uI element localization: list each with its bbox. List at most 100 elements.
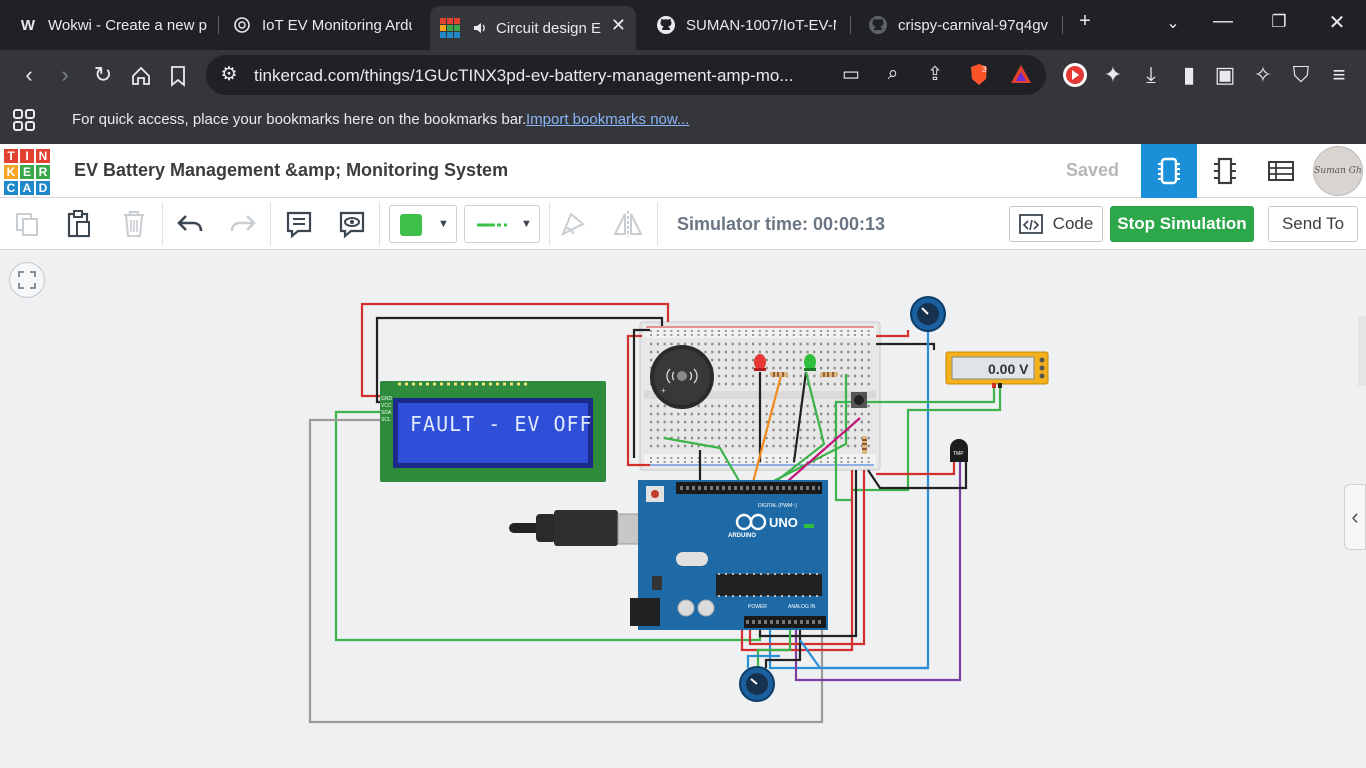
tab-separator [850,16,851,34]
code-button[interactable]: Code [1009,206,1103,242]
tab-circuit-design[interactable]: Circuit design E ✕ [430,6,636,50]
tab-search-chevron-icon[interactable]: ⌄ [1158,13,1188,33]
share-icon[interactable]: ⇪ [922,63,948,86]
undo-icon[interactable] [174,208,206,240]
vpn-icon[interactable]: ⛉ [1286,62,1316,90]
piezo-buzzer[interactable]: + [650,345,714,409]
home-icon[interactable] [126,62,156,90]
close-tab-icon[interactable]: ✕ [611,15,626,36]
schematic-view-button[interactable] [1197,144,1253,198]
power-header-label: POWER [748,604,767,610]
schematic-icon [1214,157,1236,185]
toolbar-divider [549,202,550,246]
red-led[interactable] [754,354,766,371]
flip-icon[interactable] [612,208,644,240]
restore-icon[interactable]: ❐ [1264,12,1294,32]
send-to-button[interactable]: Send To [1268,206,1358,242]
sidebar-icon[interactable]: ▮ [1174,62,1204,90]
wire-style-icon [477,223,507,227]
multimeter[interactable]: 0.00 V [945,351,1049,388]
green-led[interactable] [804,354,816,371]
save-status: Saved [1066,160,1120,180]
toolbar-divider [270,202,271,246]
svg-text:GND: GND [381,396,393,402]
github-icon [868,15,888,35]
svg-text:SCL: SCL [381,417,391,423]
menu-icon[interactable]: ≡ [1324,62,1354,90]
notes-icon[interactable] [283,208,315,240]
toolbar-divider [162,202,163,246]
tinkercad-header: T I N K E R C A D EV Battery Management … [0,144,1366,198]
wire-type-dropdown[interactable]: ▼ [464,205,540,243]
pushbutton[interactable] [851,392,867,408]
arduino-model: UNO [769,515,798,530]
bookmark-icon[interactable] [163,62,193,90]
tab-wokwi[interactable]: W Wokwi - Create a new p [8,6,218,44]
cast-icon[interactable]: ▭ [838,63,864,86]
user-avatar[interactable]: Suman Gh [1313,146,1363,196]
logo-letter: C [3,180,19,196]
potentiometer-top[interactable] [910,296,946,332]
toolbar-divider [379,202,380,246]
wallet-icon[interactable]: ▣ [1210,62,1240,90]
resistor[interactable] [820,372,838,377]
component-list-button[interactable] [1253,144,1309,198]
tab-iot-ev-monitoring[interactable]: IoT EV Monitoring Ardu [222,6,422,44]
tab-title: Wokwi - Create a new p [48,16,207,34]
visibility-icon[interactable] [336,208,368,240]
speaker-icon[interactable] [470,18,490,38]
lcd-16x2[interactable]: FAULT - EV OFF GNDVCCSDASCL [380,381,606,482]
arduino-brand: ARDUINO [728,533,756,539]
arduino-uno[interactable]: UNO ARDUINO DIGITAL (PWM~) POWER ANALOG … [630,480,828,630]
project-title[interactable]: EV Battery Management &amp; Monitoring S… [74,160,508,181]
resistor[interactable] [862,436,867,454]
extension-video-icon[interactable] [1060,62,1090,90]
brave-badge: 3 [982,65,987,74]
extensions-puzzle-icon[interactable]: ✦ [1098,62,1128,90]
forward-icon[interactable]: › [50,62,80,90]
circuit-chip-icon [1158,157,1180,185]
copy-icon[interactable] [11,208,43,240]
tab-title: crispy-carnival-97q4gv [898,16,1048,34]
logo-letter: A [19,180,35,196]
redo-icon[interactable] [227,208,259,240]
browser-tab-bar: W Wokwi - Create a new p IoT EV Monitori… [0,0,1366,50]
reload-icon[interactable]: ↻ [88,62,118,90]
address-bar[interactable]: ⚙ tinkercad.com/things/1GUcTINX3pd-ev-ba… [206,55,1046,95]
tinkercad-logo[interactable]: T I N K E R C A D [3,148,51,196]
minimize-icon[interactable]: — [1208,10,1238,33]
circuit-canvas[interactable]: ‹ FAULT - EV OFF GND VCC SDA SCL + 0.00 … [0,251,1366,768]
import-bookmarks-link[interactable]: Import bookmarks now... [526,111,689,128]
tab-crispy-carnival[interactable]: crispy-carnival-97q4gv [858,6,1058,44]
tab-title: SUMAN-1007/IoT-EV-M [686,16,836,34]
simulator-time: Simulator time: 00:00:13 [677,214,886,234]
paste-icon[interactable] [63,208,95,240]
wire-color-dropdown[interactable]: ▼ [389,205,457,243]
resistor[interactable] [770,372,788,377]
potentiometer-bottom[interactable] [739,666,775,702]
brave-rewards-icon[interactable] [1008,63,1034,91]
delete-icon[interactable] [118,208,150,240]
rotate-icon[interactable] [557,208,589,240]
svg-text:+: + [661,386,666,395]
temperature-sensor[interactable]: TMP [950,439,968,462]
close-window-icon[interactable]: ✕ [1322,10,1352,35]
apps-grid-icon[interactable] [12,108,36,136]
logo-letter: E [19,164,35,180]
tab-title: IoT EV Monitoring Ardu [262,16,412,34]
leo-ai-icon[interactable]: ✧ [1248,62,1278,90]
stop-simulation-button[interactable]: Stop Simulation [1110,206,1254,242]
zoom-icon[interactable]: ⌕ [880,63,906,85]
openai-icon [232,15,252,35]
site-settings-icon[interactable]: ⚙ [216,63,242,86]
logo-letter: N [35,148,51,164]
logo-letter: R [35,164,51,180]
new-tab-button[interactable]: + [1070,10,1100,33]
chevron-down-icon: ▼ [438,218,449,230]
back-icon[interactable]: ‹ [14,62,44,90]
tab-github-suman[interactable]: SUMAN-1007/IoT-EV-M [646,6,846,44]
circuit-view-button[interactable] [1141,144,1197,198]
tab-title: Circuit design E [496,19,602,37]
downloads-icon[interactable]: ⤓ [1136,62,1166,90]
brave-shields-icon[interactable]: 3 [966,63,992,93]
